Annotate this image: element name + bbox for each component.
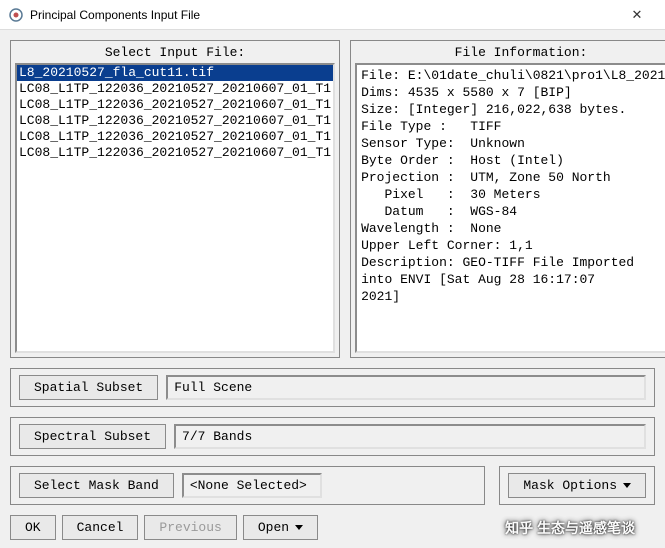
input-file-list[interactable]: L8_20210527_fla_cut11.tifLC08_L1TP_12203… [15,63,335,353]
window-title: Principal Components Input File [30,8,617,22]
list-item[interactable]: LC08_L1TP_122036_20210527_20210607_01_T1 [17,129,333,145]
app-icon [8,7,24,23]
file-information-label: File Information: [355,45,665,63]
select-mask-band-button[interactable]: Select Mask Band [19,473,174,498]
ok-button[interactable]: OK [10,515,56,540]
close-button[interactable]: ✕ [617,0,657,30]
spatial-subset-row: Spatial Subset Full Scene [10,368,655,407]
top-panels: Select Input File: L8_20210527_fla_cut11… [10,40,655,358]
spatial-subset-value: Full Scene [166,375,646,400]
previous-button: Previous [144,515,236,540]
chevron-down-icon [295,525,303,530]
list-item[interactable]: L8_20210527_fla_cut11.tif [17,65,333,81]
select-input-file-label: Select Input File: [15,45,335,63]
mask-options-button[interactable]: Mask Options [508,473,646,498]
mask-options-row: Mask Options [499,466,655,505]
spectral-subset-row: Spectral Subset 7/7 Bands [10,417,655,456]
dialog-button-row: OK Cancel Previous Open [10,515,655,540]
cancel-button[interactable]: Cancel [62,515,139,540]
list-item[interactable]: LC08_L1TP_122036_20210527_20210607_01_T1 [17,113,333,129]
file-information-text: File: E:\01date_chuli\0821\pro1\L8_20210… [355,63,665,353]
dialog-content: Select Input File: L8_20210527_fla_cut11… [0,30,665,548]
open-button-label: Open [258,520,289,535]
list-item[interactable]: LC08_L1TP_122036_20210527_20210607_01_T1 [17,81,333,97]
titlebar: Principal Components Input File ✕ [0,0,665,30]
file-information-group: File Information: File: E:\01date_chuli\… [350,40,665,358]
spatial-subset-button[interactable]: Spatial Subset [19,375,158,400]
spectral-subset-button[interactable]: Spectral Subset [19,424,166,449]
chevron-down-icon [623,483,631,488]
spectral-subset-value: 7/7 Bands [174,424,646,449]
mask-row: Select Mask Band <None Selected> Mask Op… [10,466,655,505]
list-item[interactable]: LC08_L1TP_122036_20210527_20210607_01_T1 [17,97,333,113]
list-item[interactable]: LC08_L1TP_122036_20210527_20210607_01_T1 [17,145,333,161]
select-input-file-group: Select Input File: L8_20210527_fla_cut11… [10,40,340,358]
select-mask-band-row: Select Mask Band <None Selected> [10,466,485,505]
mask-band-value: <None Selected> [182,473,322,498]
mask-options-label: Mask Options [523,478,617,493]
open-button[interactable]: Open [243,515,318,540]
